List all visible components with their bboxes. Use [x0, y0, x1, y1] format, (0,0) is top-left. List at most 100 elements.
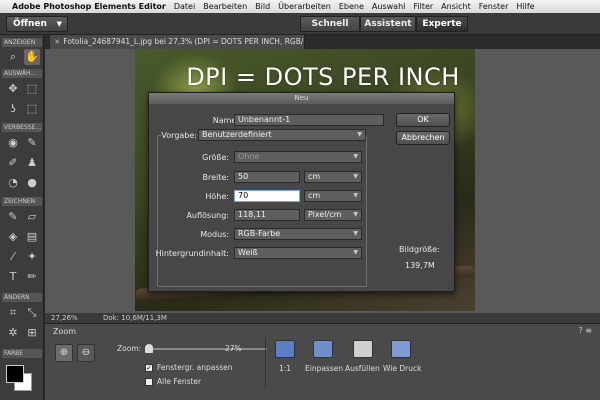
gradient-tool-icon[interactable]: ▤ — [24, 229, 40, 245]
mode-assistent-button[interactable]: Assistent — [360, 16, 416, 32]
mode-experte-button[interactable]: Experte — [416, 16, 468, 32]
dialog-title: Neu — [149, 93, 454, 104]
view-print-icon[interactable] — [391, 340, 411, 358]
hand-tool-icon[interactable]: ✋ — [24, 49, 40, 65]
menu-ueberarbeiten[interactable]: Überarbeiten — [278, 2, 331, 11]
hoehe-unit-dropdown[interactable]: cm ▼ — [304, 190, 362, 202]
name-input[interactable]: Unbenannt-1 — [234, 114, 384, 126]
chevron-down-icon: ▼ — [357, 131, 362, 138]
panel-header-icons: ? ≡ — [579, 326, 593, 335]
all-windows-checkbox[interactable] — [145, 378, 153, 386]
menu-ansicht[interactable]: Ansicht — [441, 2, 471, 11]
chevron-down-icon: ▼ — [353, 211, 358, 218]
shape-tool-icon[interactable]: ✦ — [24, 249, 40, 265]
recompose-tool-icon[interactable]: ⤡ — [24, 305, 40, 321]
close-icon[interactable]: × — [54, 37, 60, 46]
breite-unit-value: cm — [308, 172, 321, 181]
zoom-slider-knob[interactable] — [145, 344, 153, 353]
menu-bild[interactable]: Bild — [255, 2, 270, 11]
aufloesung-input[interactable]: 118,11 — [234, 209, 300, 221]
blur-tool-icon[interactable]: ◔ — [5, 175, 21, 191]
menu-icon[interactable]: ≡ — [585, 326, 592, 335]
zoom-out-button[interactable]: ⊖ — [77, 344, 95, 362]
fit-window-checkbox[interactable]: ✓ — [145, 364, 153, 372]
sponge-tool-icon[interactable]: ● — [24, 175, 40, 191]
document-tab[interactable]: × Fotolia_24687941_L.jpg bei 27,3% (DPI =… — [50, 35, 305, 49]
chevron-down-icon: ▼ — [353, 249, 358, 256]
toolbox-section-aendern: ÄNDERN — [2, 293, 42, 302]
quick-select-tool-icon[interactable]: ⬚ — [24, 101, 40, 117]
foreground-color-swatch[interactable] — [6, 365, 24, 383]
content-move-tool-icon[interactable]: ✲ — [5, 325, 21, 341]
hoehe-input[interactable]: 70 — [234, 190, 300, 202]
hintergrund-dropdown[interactable]: Weiß ▼ — [234, 247, 362, 259]
breite-label: Breite: — [202, 173, 230, 182]
document-tab-title: Fotolia_24687941_L.jpg bei 27,3% (DPI = … — [63, 37, 305, 46]
vorgabe-label: Vorgabe: — [161, 131, 197, 140]
marquee-tool-icon[interactable]: ⬚ — [24, 81, 40, 97]
menu-bearbeiten[interactable]: Bearbeiten — [203, 2, 247, 11]
chevron-down-icon: ▼ — [56, 20, 62, 28]
toolbox-section-zeichnen: ZEICHNEN — [2, 197, 42, 206]
groesse-label: Größe: — [202, 153, 229, 162]
pencil-tool-icon[interactable]: ✏ — [24, 269, 40, 285]
chevron-down-icon: ▼ — [353, 153, 358, 160]
healing-brush-icon[interactable]: ✎ — [24, 135, 40, 151]
straighten-tool-icon[interactable]: ⊞ — [24, 325, 40, 341]
groesse-dropdown[interactable]: Ohne ▼ — [234, 151, 362, 163]
menu-ebene[interactable]: Ebene — [339, 2, 364, 11]
breite-input[interactable]: 50 — [234, 171, 300, 183]
menu-auswahl[interactable]: Auswahl — [372, 2, 405, 11]
mode-schnell-button[interactable]: Schnell — [300, 16, 360, 32]
brush-tool-icon[interactable]: ✎ — [5, 209, 21, 225]
new-document-dialog: Neu Name: Unbenannt-1 Vorgabe: Benutzerd… — [148, 92, 455, 292]
menu-bar: Adobe Photoshop Elements Editor Datei Be… — [0, 0, 600, 13]
menu-fenster[interactable]: Fenster — [479, 2, 509, 11]
clone-stamp-icon[interactable]: ♟ — [24, 155, 40, 171]
status-bar: 27,26% Dok: 10,6M/11,3M — [45, 313, 600, 323]
menu-datei[interactable]: Datei — [174, 2, 195, 11]
chevron-down-icon: ▼ — [353, 192, 358, 199]
panel-divider — [265, 338, 266, 388]
toolbox-section-verbessern: VERBESSE... — [2, 123, 42, 132]
view-fit-icon[interactable] — [313, 340, 333, 358]
menu-filter[interactable]: Filter — [413, 2, 433, 11]
modus-dropdown[interactable]: RGB-Farbe ▼ — [234, 228, 362, 240]
tool-options-panel: Zoom ? ≡ ⊕ ⊖ Zoom: 27% ✓ Fenstergr. anpa… — [45, 323, 600, 400]
paint-bucket-icon[interactable]: ◈ — [5, 229, 21, 245]
open-button[interactable]: Öffnen ▼ — [6, 16, 68, 32]
zoom-in-button[interactable]: ⊕ — [55, 344, 73, 362]
zoom-slider-track[interactable] — [147, 348, 267, 350]
view-fill-label[interactable]: Ausfüllen — [345, 364, 380, 373]
move-tool-icon[interactable]: ✥ — [5, 81, 21, 97]
red-eye-tool-icon[interactable]: ◉ — [5, 135, 21, 151]
menu-hilfe[interactable]: Hilfe — [516, 2, 534, 11]
aufloesung-unit-value: Pixel/cm — [308, 210, 342, 219]
view-1-1-label[interactable]: 1:1 — [279, 364, 291, 373]
groesse-value: Ohne — [238, 152, 260, 161]
eyedropper-tool-icon[interactable]: ⁄ — [5, 249, 21, 265]
lasso-tool-icon[interactable]: ʖ — [5, 101, 21, 117]
zoom-tool-icon[interactable]: ⌕ — [5, 49, 21, 65]
ok-button[interactable]: OK — [396, 113, 450, 127]
breite-unit-dropdown[interactable]: cm ▼ — [304, 171, 362, 183]
view-1-1-icon[interactable] — [275, 340, 295, 358]
aufloesung-unit-dropdown[interactable]: Pixel/cm ▼ — [304, 209, 362, 221]
top-bar: Öffnen ▼ Schnell Assistent Experte — [0, 13, 600, 35]
zoom-slider-label: Zoom: — [117, 344, 142, 353]
view-print-label[interactable]: Wie Druck — [383, 364, 421, 373]
text-tool-icon[interactable]: T — [5, 269, 21, 285]
vorgabe-dropdown[interactable]: Benutzerdefiniert ▼ — [198, 129, 366, 141]
all-windows-label: Alle Fenster — [157, 377, 202, 386]
smart-brush-icon[interactable]: ✐ — [5, 155, 21, 171]
vorgabe-value: Benutzerdefiniert — [202, 130, 272, 139]
open-button-label: Öffnen — [13, 19, 47, 29]
view-fill-icon[interactable] — [353, 340, 373, 358]
cancel-button[interactable]: Abbrechen — [396, 131, 450, 145]
crop-tool-icon[interactable]: ⌗ — [5, 305, 21, 321]
menu-app-name[interactable]: Adobe Photoshop Elements Editor — [12, 2, 166, 11]
status-zoom: 27,26% — [51, 314, 78, 322]
eraser-tool-icon[interactable]: ▱ — [24, 209, 40, 225]
help-icon[interactable]: ? — [579, 326, 583, 335]
view-fit-label[interactable]: Einpassen — [305, 364, 343, 373]
